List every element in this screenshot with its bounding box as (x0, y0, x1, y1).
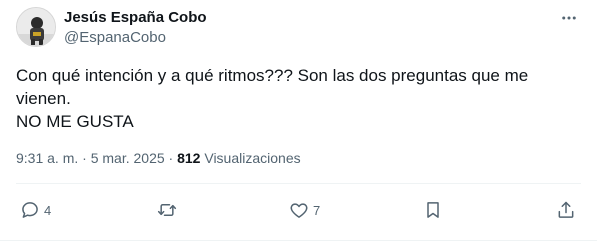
retweet-icon (157, 204, 177, 216)
avatar-photo-icon (17, 8, 55, 46)
divider (16, 183, 581, 184)
tweet-text-line: NO ME GUSTA (16, 112, 134, 131)
views-label: Visualizaciones (200, 150, 301, 166)
reply-count: 4 (44, 202, 52, 218)
tweet-date[interactable]: 5 mar. 2025 (91, 150, 165, 166)
views-count: 812 (177, 150, 201, 166)
retweet-button[interactable] (157, 198, 181, 222)
share-button[interactable] (556, 198, 576, 222)
heart-icon (290, 203, 308, 218)
bookmark-button[interactable] (423, 198, 443, 222)
action-bar: 4 7 (0, 198, 597, 222)
avatar[interactable] (16, 7, 56, 47)
bookmark-icon (427, 202, 439, 218)
like-count: 7 (313, 202, 321, 218)
tweet-text-line: Con qué intención y a qué ritmos??? Son … (16, 66, 529, 85)
tweet-text-line: vienen. (16, 89, 71, 108)
tweet-card: Jesús España Cobo @EspanaCobo Con qué in… (0, 0, 597, 241)
tweet-meta: 9:31 a. m. · 5 mar. 2025 · 812 Visualiza… (16, 150, 301, 166)
reply-button[interactable]: 4 (20, 198, 51, 222)
author-display-name[interactable]: Jesús España Cobo (64, 9, 207, 26)
more-horizontal-icon (562, 16, 576, 20)
author-handle[interactable]: @EspanaCobo (64, 29, 166, 46)
more-options-button[interactable] (555, 6, 583, 30)
meta-separator: · (164, 150, 178, 166)
meta-separator: · (78, 150, 91, 166)
reply-icon (22, 202, 38, 218)
tweet-time[interactable]: 9:31 a. m. (16, 150, 78, 166)
tweet-text: Con qué intención y a qué ritmos??? Son … (16, 64, 576, 133)
like-button[interactable]: 7 (289, 198, 320, 222)
share-icon (558, 201, 574, 218)
